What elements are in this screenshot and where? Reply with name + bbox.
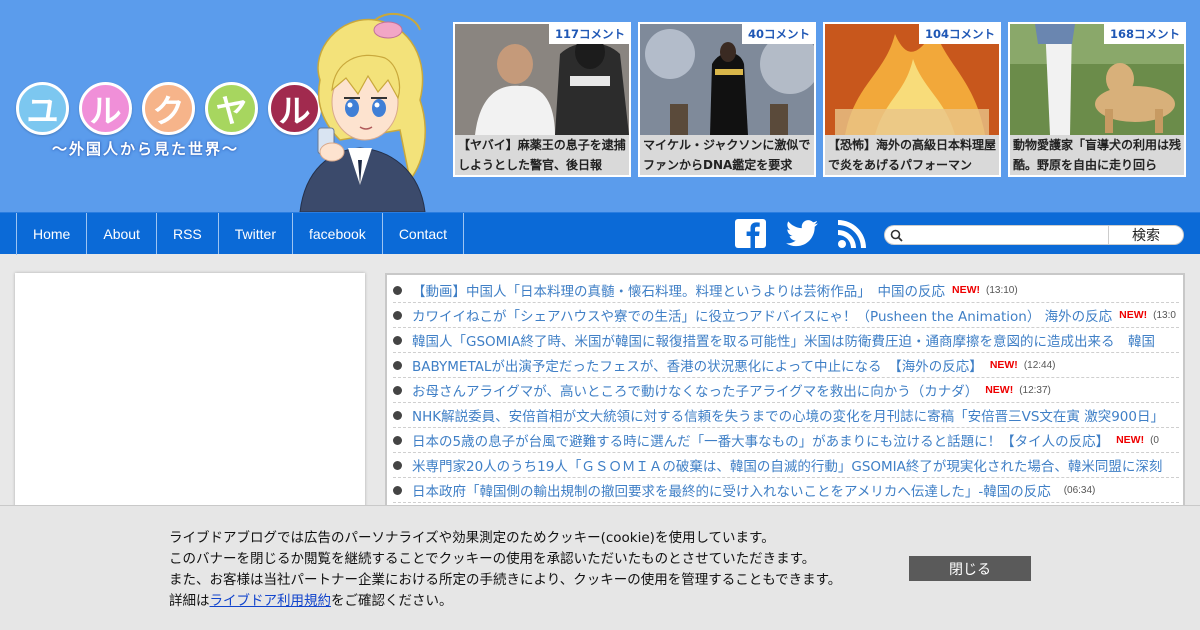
logo-subtitle: ～外国人から見た世界～ — [52, 140, 240, 158]
bullet-icon — [393, 485, 402, 495]
cookie-line-prefix: 詳細は — [169, 593, 210, 609]
comment-count: 40コメント — [741, 24, 814, 44]
news-time: (12:37) — [1019, 384, 1051, 396]
terms-link[interactable]: ライブドア利用規約 — [210, 593, 332, 609]
logo-char: ヤ — [205, 82, 258, 135]
news-link[interactable]: 米専門家20人のうち19人「ＧＳＯＭＩＡの破棄は、韓国の自滅的行動」GSOMIA… — [412, 455, 1162, 475]
nav-menu: Home About RSS Twitter facebook Contact — [16, 213, 465, 255]
main-nav: Home About RSS Twitter facebook Contact … — [0, 212, 1200, 255]
featured-card[interactable]: 168コメント 動物愛護家「盲導犬の利用は残酷。野原を自由に走り回ら — [1008, 22, 1186, 177]
cookie-line: ライブドアブログでは広告のパーソナライズや効果測定のためクッキー(cookie)… — [169, 530, 775, 546]
logo-char: ユ — [16, 82, 69, 135]
article-title[interactable]: 【恐怖】海外の高級日本料理屋で炎をあげるパフォーマン — [825, 135, 999, 175]
rss-icon[interactable] — [838, 219, 866, 248]
cookie-line: また、お客様は当社パートナー企業における所定の手続きにより、クッキーの使用を管理… — [169, 572, 842, 588]
twitter-icon[interactable] — [786, 220, 818, 247]
news-link[interactable]: 【動画】中国人「日本料理の真髄・懐石料理。料理というよりは芸術作品」 中国の反応 — [412, 280, 945, 300]
list-item: NHK解説委員、安倍首相が文大統領に対する信頼を失うまでの心境の変化を月刊誌に寄… — [393, 403, 1179, 428]
featured-card[interactable]: 117コメント 【ヤバイ】麻薬王の息子を逮捕しようとした警官、後日報 — [453, 22, 631, 177]
mascot-illustration — [299, 12, 426, 212]
new-badge: NEW! — [989, 359, 1018, 371]
nav-item-twitter[interactable]: Twitter — [219, 213, 293, 254]
list-item: 【動画】中国人「日本料理の真髄・懐石料理。料理というよりは芸術作品」 中国の反応… — [393, 278, 1179, 303]
cookie-line: 詳細はライブドア利用規約をご確認ください。 — [169, 591, 841, 612]
featured-card[interactable]: 104コメント 【恐怖】海外の高級日本料理屋で炎をあげるパフォーマン — [823, 22, 1001, 177]
new-badge: NEW! — [1116, 434, 1145, 446]
bullet-icon — [393, 385, 402, 395]
search-input[interactable] — [884, 225, 1109, 245]
article-title[interactable]: 動物愛護家「盲導犬の利用は残酷。野原を自由に走り回ら — [1010, 135, 1184, 175]
facebook-icon[interactable] — [735, 219, 766, 248]
news-link[interactable]: 韓国人「GSOMIA終了時、米国が韓国に報復措置を取る可能性」米国は防衛費圧迫・… — [412, 330, 1155, 350]
list-item: カワイイねこが「シェアハウスや寮での生活」に役立つアドバイスにゃ！（Pushee… — [393, 303, 1179, 328]
featured-card[interactable]: 40コメント マイケル・ジャクソンに激似でファンからDNA鑑定を要求 — [638, 22, 816, 177]
news-time: (13:10) — [985, 284, 1018, 296]
cookie-banner: ライブドアブログでは広告のパーソナライズや効果測定のためクッキー(cookie)… — [0, 505, 1200, 630]
news-time: (13:0 — [1153, 309, 1176, 321]
nav-item-contact[interactable]: Contact — [383, 213, 465, 254]
comment-count: 104コメント — [918, 24, 999, 44]
nav-item-home[interactable]: Home — [17, 213, 88, 254]
logo-char: ク — [142, 82, 195, 135]
cookie-line: このバナーを閉じるか閲覧を継続することでクッキーの使用を承認いただいたものとさせ… — [169, 551, 816, 567]
bullet-icon — [393, 410, 402, 420]
news-link[interactable]: 日本の5歳の息子が台風で避難する時に選んだ「一番大事なもの」があまりにも泣けると… — [412, 430, 1109, 450]
bullet-icon — [393, 460, 402, 470]
search-icon — [890, 229, 903, 242]
cookie-close-button[interactable]: 閉じる — [909, 556, 1031, 581]
nav-item-about[interactable]: About — [87, 213, 157, 254]
bullet-icon — [393, 285, 402, 295]
list-item: お母さんアライグマが、高いところで動けなくなった子アライグマを救出に向かう（カナ… — [393, 378, 1179, 403]
social-icons — [735, 219, 866, 248]
logo-char: ル — [79, 82, 132, 135]
article-title[interactable]: マイケル・ジャクソンに激似でファンからDNA鑑定を要求 — [640, 135, 814, 175]
bullet-icon — [393, 310, 402, 320]
bullet-icon — [393, 360, 402, 370]
new-badge: NEW! — [985, 384, 1014, 396]
news-link[interactable]: 日本政府「韓国側の輸出規制の撤回要求を最終的に受け入れないことをアメリカへ伝達し… — [412, 480, 1051, 500]
news-feed: 【動画】中国人「日本料理の真髄・懐石料理。料理というよりは芸術作品」 中国の反応… — [385, 273, 1185, 513]
cookie-message: ライブドアブログでは広告のパーソナライズや効果測定のためクッキー(cookie)… — [169, 528, 841, 612]
news-link[interactable]: カワイイねこが「シェアハウスや寮での生活」に役立つアドバイスにゃ！（Pushee… — [412, 305, 1112, 325]
bullet-icon — [393, 335, 402, 345]
nav-item-rss[interactable]: RSS — [157, 213, 219, 254]
comment-count: 168コメント — [1103, 24, 1184, 44]
news-time: (06:34) — [1063, 484, 1096, 496]
news-link[interactable]: NHK解説委員、安倍首相が文大統領に対する信頼を失うまでの心境の変化を月刊誌に寄… — [412, 405, 1164, 425]
news-time: (12:44) — [1023, 359, 1056, 371]
nav-item-facebook[interactable]: facebook — [293, 213, 383, 254]
list-item: BABYMETALが出演予定だったフェスが、香港の状況悪化によって中止になる 【… — [393, 353, 1179, 378]
news-link[interactable]: お母さんアライグマが、高いところで動けなくなった子アライグマを救出に向かう（カナ… — [412, 380, 978, 400]
article-title[interactable]: 【ヤバイ】麻薬王の息子を逮捕しようとした警官、後日報 — [455, 135, 629, 175]
news-list: 【動画】中国人「日本料理の真髄・懐石料理。料理というよりは芸術作品」 中国の反応… — [387, 275, 1183, 503]
list-item: 日本政府「韓国側の輸出規制の撤回要求を最終的に受け入れないことをアメリカへ伝達し… — [393, 478, 1179, 503]
news-link[interactable]: BABYMETALが出演予定だったフェスが、香港の状況悪化によって中止になる 【… — [412, 355, 983, 375]
cookie-line-suffix: をご確認ください。 — [331, 593, 453, 609]
new-badge: NEW! — [951, 284, 980, 296]
search-form: 検索 — [884, 225, 1184, 245]
comment-count: 117コメント — [548, 24, 629, 44]
search-button[interactable]: 検索 — [1108, 225, 1184, 245]
list-item: 米専門家20人のうち19人「ＧＳＯＭＩＡの破棄は、韓国の自滅的行動」GSOMIA… — [393, 453, 1179, 478]
list-item: 日本の5歳の息子が台風で避難する時に選んだ「一番大事なもの」があまりにも泣けると… — [393, 428, 1179, 453]
featured-articles: 117コメント 【ヤバイ】麻薬王の息子を逮捕しようとした警官、後日報 40コメン… — [453, 22, 1186, 177]
sidebar-ad-box — [15, 273, 365, 513]
site-header: ユ ル ク ヤ ル ～外国人から見た世界～ 117コメント 【ヤバイ】麻薬王の息… — [0, 0, 1200, 212]
bullet-icon — [393, 435, 402, 445]
list-item: 韓国人「GSOMIA終了時、米国が韓国に報復措置を取る可能性」米国は防衛費圧迫・… — [393, 328, 1179, 353]
new-badge: NEW! — [1119, 309, 1148, 321]
news-time: (0 — [1150, 434, 1159, 446]
